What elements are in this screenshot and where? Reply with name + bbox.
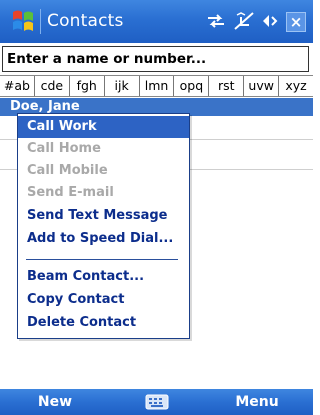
- alpha-tab-uvw[interactable]: uvw: [244, 76, 280, 96]
- menu-item-call-home: Call Home: [27, 141, 101, 156]
- menu-item-call-mobile: Call Mobile: [27, 163, 108, 178]
- app-title: Contacts: [47, 11, 124, 31]
- alpha-tab-xyz[interactable]: xyz: [279, 76, 313, 96]
- menu-item-send-text-message[interactable]: Send Text Message: [18, 205, 189, 227]
- alpha-tab-opq[interactable]: opq: [174, 76, 210, 96]
- alpha-tab-rst[interactable]: rst: [209, 76, 245, 96]
- title-separator: [40, 9, 41, 34]
- alpha-tab-ijk[interactable]: ijk: [105, 76, 140, 96]
- menu-softkey[interactable]: Menu: [222, 389, 292, 415]
- menu-item-add-to-speed-dial[interactable]: Add to Speed Dial...: [18, 228, 189, 250]
- keyboard-icon[interactable]: [145, 393, 169, 411]
- alphabet-tabs: #ab cde fgh ijk lmn opq rst uvw xyz: [0, 75, 313, 97]
- menu-item-delete-contact[interactable]: Delete Contact: [18, 312, 189, 334]
- menu-item-send-email: Send E-mail: [27, 185, 114, 200]
- context-menu: Call Work Call Home Call Mobile Send E-m…: [17, 113, 190, 339]
- title-bar: Contacts ×: [0, 0, 313, 43]
- menu-item-copy-contact[interactable]: Copy Contact: [18, 289, 189, 311]
- start-flag-icon[interactable]: [10, 9, 36, 33]
- menu-item-beam-contact[interactable]: Beam Contact...: [18, 266, 189, 288]
- close-icon[interactable]: ×: [286, 12, 306, 32]
- menu-separator: [26, 259, 178, 260]
- alpha-tab-cde[interactable]: cde: [35, 76, 70, 96]
- alpha-tab-fgh[interactable]: fgh: [70, 76, 105, 96]
- connectivity-icon[interactable]: [205, 11, 227, 31]
- search-input[interactable]: [2, 46, 309, 72]
- volume-icon[interactable]: [259, 11, 281, 31]
- alpha-tab-lmn[interactable]: lmn: [140, 76, 175, 96]
- softkey-bar: New Menu: [0, 389, 313, 415]
- alpha-tab-ab[interactable]: #ab: [0, 76, 35, 96]
- menu-item-call-work[interactable]: Call Work: [18, 116, 189, 138]
- signal-icon[interactable]: [233, 11, 255, 31]
- new-softkey[interactable]: New: [20, 389, 90, 415]
